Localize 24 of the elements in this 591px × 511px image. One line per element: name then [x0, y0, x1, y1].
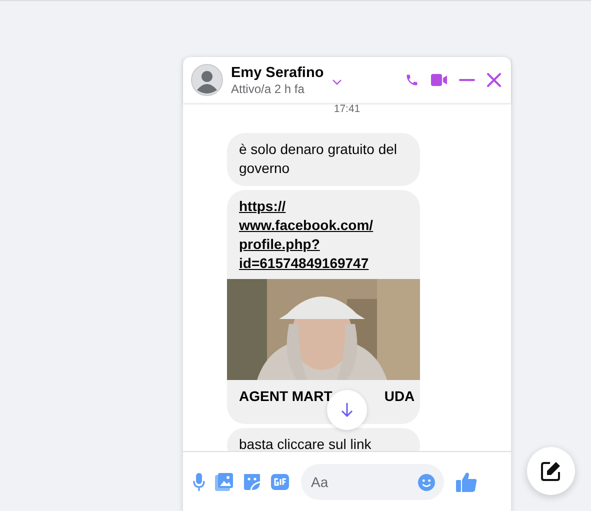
new-message-button[interactable] — [527, 447, 575, 495]
message-bubble: basta cliccare sul link — [227, 428, 420, 451]
minimize-icon[interactable] — [459, 79, 475, 81]
emoji-icon[interactable] — [418, 474, 435, 490]
phone-icon[interactable] — [405, 73, 419, 87]
chevron-down-icon[interactable] — [332, 79, 342, 85]
preview-title: UDA — [384, 388, 415, 404]
sticker-icon[interactable] — [243, 473, 261, 491]
thumbs-up-icon[interactable] — [456, 472, 477, 492]
close-icon[interactable] — [487, 73, 501, 87]
preview-title: AGENT MART — [239, 388, 332, 404]
contact-status: Attivo/a 2 h fa — [231, 82, 306, 96]
avatar-icon[interactable] — [191, 64, 223, 96]
compose-icon — [541, 461, 561, 481]
timestamp: 17:41 — [334, 103, 360, 115]
gif-icon[interactable] — [271, 474, 289, 490]
image-icon[interactable] — [215, 473, 233, 491]
message-field[interactable]: Aa — [301, 464, 444, 500]
contact-name[interactable]: Emy Serafino — [231, 64, 324, 80]
microphone-icon[interactable] — [193, 473, 205, 491]
message-bubble: è solo denaro gratuito del governo — [227, 133, 420, 186]
message-link[interactable]: https://www.facebook.com/profile.php?id=61574849169747 — [227, 190, 420, 279]
video-camera-icon[interactable] — [431, 74, 447, 86]
arrow-down-icon — [341, 403, 353, 417]
